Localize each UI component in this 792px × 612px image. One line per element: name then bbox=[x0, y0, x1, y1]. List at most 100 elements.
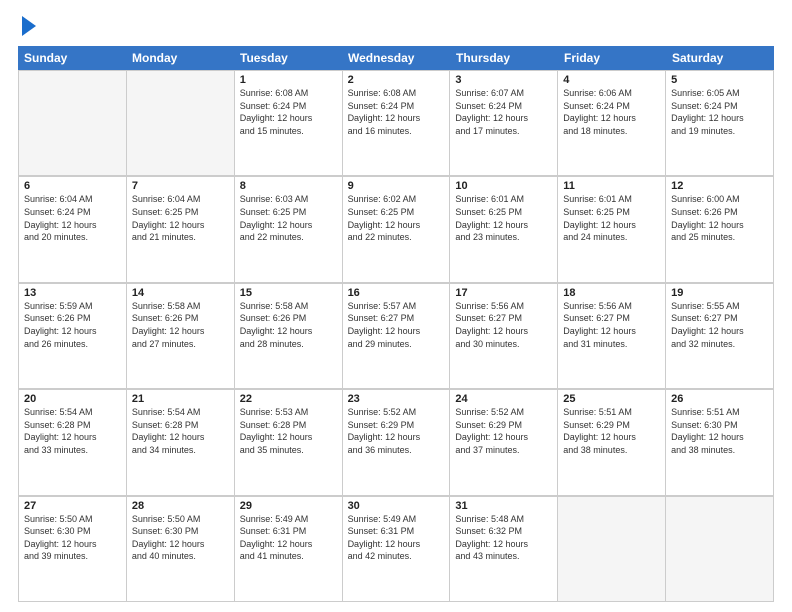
calendar-cell: 15Sunrise: 5:58 AM Sunset: 6:26 PM Dayli… bbox=[235, 284, 343, 389]
day-number: 17 bbox=[455, 287, 552, 299]
day-info: Sunrise: 6:02 AM Sunset: 6:25 PM Dayligh… bbox=[348, 193, 445, 243]
calendar-week: 20Sunrise: 5:54 AM Sunset: 6:28 PM Dayli… bbox=[18, 389, 774, 495]
calendar-cell: 19Sunrise: 5:55 AM Sunset: 6:27 PM Dayli… bbox=[666, 284, 774, 389]
day-info: Sunrise: 6:03 AM Sunset: 6:25 PM Dayligh… bbox=[240, 193, 337, 243]
day-info: Sunrise: 5:54 AM Sunset: 6:28 PM Dayligh… bbox=[24, 406, 121, 456]
calendar-cell: 16Sunrise: 5:57 AM Sunset: 6:27 PM Dayli… bbox=[343, 284, 451, 389]
day-number: 3 bbox=[455, 74, 552, 86]
day-info: Sunrise: 5:51 AM Sunset: 6:29 PM Dayligh… bbox=[563, 406, 660, 456]
calendar-cell: 30Sunrise: 5:49 AM Sunset: 6:31 PM Dayli… bbox=[343, 497, 451, 602]
calendar-cell bbox=[19, 71, 127, 176]
calendar-cell: 1Sunrise: 6:08 AM Sunset: 6:24 PM Daylig… bbox=[235, 71, 343, 176]
day-number: 13 bbox=[24, 287, 121, 299]
calendar-cell: 17Sunrise: 5:56 AM Sunset: 6:27 PM Dayli… bbox=[450, 284, 558, 389]
day-number: 12 bbox=[671, 180, 768, 192]
logo-arrow-icon bbox=[22, 16, 36, 36]
calendar-cell: 11Sunrise: 6:01 AM Sunset: 6:25 PM Dayli… bbox=[558, 177, 666, 282]
calendar-cell: 7Sunrise: 6:04 AM Sunset: 6:25 PM Daylig… bbox=[127, 177, 235, 282]
calendar-week: 27Sunrise: 5:50 AM Sunset: 6:30 PM Dayli… bbox=[18, 496, 774, 602]
day-number: 30 bbox=[348, 500, 445, 512]
day-info: Sunrise: 5:54 AM Sunset: 6:28 PM Dayligh… bbox=[132, 406, 229, 456]
day-info: Sunrise: 6:06 AM Sunset: 6:24 PM Dayligh… bbox=[563, 87, 660, 137]
day-info: Sunrise: 5:58 AM Sunset: 6:26 PM Dayligh… bbox=[132, 300, 229, 350]
calendar-cell: 24Sunrise: 5:52 AM Sunset: 6:29 PM Dayli… bbox=[450, 390, 558, 495]
day-number: 21 bbox=[132, 393, 229, 405]
day-number: 25 bbox=[563, 393, 660, 405]
day-number: 28 bbox=[132, 500, 229, 512]
calendar-cell: 10Sunrise: 6:01 AM Sunset: 6:25 PM Dayli… bbox=[450, 177, 558, 282]
day-number: 11 bbox=[563, 180, 660, 192]
weekday-header: Friday bbox=[558, 46, 666, 70]
day-number: 20 bbox=[24, 393, 121, 405]
calendar-cell: 5Sunrise: 6:05 AM Sunset: 6:24 PM Daylig… bbox=[666, 71, 774, 176]
calendar-cell: 2Sunrise: 6:08 AM Sunset: 6:24 PM Daylig… bbox=[343, 71, 451, 176]
calendar-cell: 12Sunrise: 6:00 AM Sunset: 6:26 PM Dayli… bbox=[666, 177, 774, 282]
day-number: 7 bbox=[132, 180, 229, 192]
day-number: 23 bbox=[348, 393, 445, 405]
day-number: 1 bbox=[240, 74, 337, 86]
day-number: 9 bbox=[348, 180, 445, 192]
calendar-cell bbox=[558, 497, 666, 602]
day-info: Sunrise: 5:56 AM Sunset: 6:27 PM Dayligh… bbox=[563, 300, 660, 350]
day-info: Sunrise: 6:01 AM Sunset: 6:25 PM Dayligh… bbox=[455, 193, 552, 243]
day-number: 16 bbox=[348, 287, 445, 299]
calendar-cell: 20Sunrise: 5:54 AM Sunset: 6:28 PM Dayli… bbox=[19, 390, 127, 495]
day-info: Sunrise: 6:05 AM Sunset: 6:24 PM Dayligh… bbox=[671, 87, 768, 137]
calendar-week: 13Sunrise: 5:59 AM Sunset: 6:26 PM Dayli… bbox=[18, 283, 774, 389]
day-info: Sunrise: 5:50 AM Sunset: 6:30 PM Dayligh… bbox=[24, 513, 121, 563]
calendar-cell: 28Sunrise: 5:50 AM Sunset: 6:30 PM Dayli… bbox=[127, 497, 235, 602]
calendar-cell: 13Sunrise: 5:59 AM Sunset: 6:26 PM Dayli… bbox=[19, 284, 127, 389]
logo bbox=[18, 18, 36, 36]
day-number: 24 bbox=[455, 393, 552, 405]
calendar-cell: 8Sunrise: 6:03 AM Sunset: 6:25 PM Daylig… bbox=[235, 177, 343, 282]
day-info: Sunrise: 5:52 AM Sunset: 6:29 PM Dayligh… bbox=[348, 406, 445, 456]
calendar-cell: 14Sunrise: 5:58 AM Sunset: 6:26 PM Dayli… bbox=[127, 284, 235, 389]
calendar-cell: 23Sunrise: 5:52 AM Sunset: 6:29 PM Dayli… bbox=[343, 390, 451, 495]
day-number: 2 bbox=[348, 74, 445, 86]
day-number: 26 bbox=[671, 393, 768, 405]
day-number: 4 bbox=[563, 74, 660, 86]
header bbox=[18, 18, 774, 36]
weekday-header: Wednesday bbox=[342, 46, 450, 70]
day-number: 22 bbox=[240, 393, 337, 405]
day-info: Sunrise: 5:50 AM Sunset: 6:30 PM Dayligh… bbox=[132, 513, 229, 563]
calendar-cell: 21Sunrise: 5:54 AM Sunset: 6:28 PM Dayli… bbox=[127, 390, 235, 495]
day-number: 19 bbox=[671, 287, 768, 299]
calendar-cell: 26Sunrise: 5:51 AM Sunset: 6:30 PM Dayli… bbox=[666, 390, 774, 495]
day-info: Sunrise: 5:59 AM Sunset: 6:26 PM Dayligh… bbox=[24, 300, 121, 350]
weekday-header: Sunday bbox=[18, 46, 126, 70]
calendar-week: 6Sunrise: 6:04 AM Sunset: 6:24 PM Daylig… bbox=[18, 176, 774, 282]
day-number: 27 bbox=[24, 500, 121, 512]
day-number: 29 bbox=[240, 500, 337, 512]
day-info: Sunrise: 6:04 AM Sunset: 6:24 PM Dayligh… bbox=[24, 193, 121, 243]
calendar-header: SundayMondayTuesdayWednesdayThursdayFrid… bbox=[18, 46, 774, 70]
day-info: Sunrise: 6:07 AM Sunset: 6:24 PM Dayligh… bbox=[455, 87, 552, 137]
calendar-cell: 25Sunrise: 5:51 AM Sunset: 6:29 PM Dayli… bbox=[558, 390, 666, 495]
day-number: 31 bbox=[455, 500, 552, 512]
day-info: Sunrise: 5:49 AM Sunset: 6:31 PM Dayligh… bbox=[240, 513, 337, 563]
calendar-cell bbox=[127, 71, 235, 176]
day-info: Sunrise: 6:04 AM Sunset: 6:25 PM Dayligh… bbox=[132, 193, 229, 243]
day-info: Sunrise: 5:57 AM Sunset: 6:27 PM Dayligh… bbox=[348, 300, 445, 350]
day-info: Sunrise: 5:55 AM Sunset: 6:27 PM Dayligh… bbox=[671, 300, 768, 350]
day-info: Sunrise: 6:08 AM Sunset: 6:24 PM Dayligh… bbox=[348, 87, 445, 137]
day-number: 8 bbox=[240, 180, 337, 192]
day-info: Sunrise: 6:08 AM Sunset: 6:24 PM Dayligh… bbox=[240, 87, 337, 137]
weekday-header: Monday bbox=[126, 46, 234, 70]
calendar-cell: 6Sunrise: 6:04 AM Sunset: 6:24 PM Daylig… bbox=[19, 177, 127, 282]
calendar-cell: 4Sunrise: 6:06 AM Sunset: 6:24 PM Daylig… bbox=[558, 71, 666, 176]
weekday-header: Thursday bbox=[450, 46, 558, 70]
calendar-week: 1Sunrise: 6:08 AM Sunset: 6:24 PM Daylig… bbox=[18, 70, 774, 176]
calendar-cell: 31Sunrise: 5:48 AM Sunset: 6:32 PM Dayli… bbox=[450, 497, 558, 602]
day-info: Sunrise: 6:00 AM Sunset: 6:26 PM Dayligh… bbox=[671, 193, 768, 243]
calendar-body: 1Sunrise: 6:08 AM Sunset: 6:24 PM Daylig… bbox=[18, 70, 774, 602]
day-info: Sunrise: 5:48 AM Sunset: 6:32 PM Dayligh… bbox=[455, 513, 552, 563]
day-number: 6 bbox=[24, 180, 121, 192]
calendar-cell: 9Sunrise: 6:02 AM Sunset: 6:25 PM Daylig… bbox=[343, 177, 451, 282]
day-info: Sunrise: 5:49 AM Sunset: 6:31 PM Dayligh… bbox=[348, 513, 445, 563]
calendar-cell bbox=[666, 497, 774, 602]
day-number: 5 bbox=[671, 74, 768, 86]
day-info: Sunrise: 5:51 AM Sunset: 6:30 PM Dayligh… bbox=[671, 406, 768, 456]
day-number: 14 bbox=[132, 287, 229, 299]
day-info: Sunrise: 5:56 AM Sunset: 6:27 PM Dayligh… bbox=[455, 300, 552, 350]
